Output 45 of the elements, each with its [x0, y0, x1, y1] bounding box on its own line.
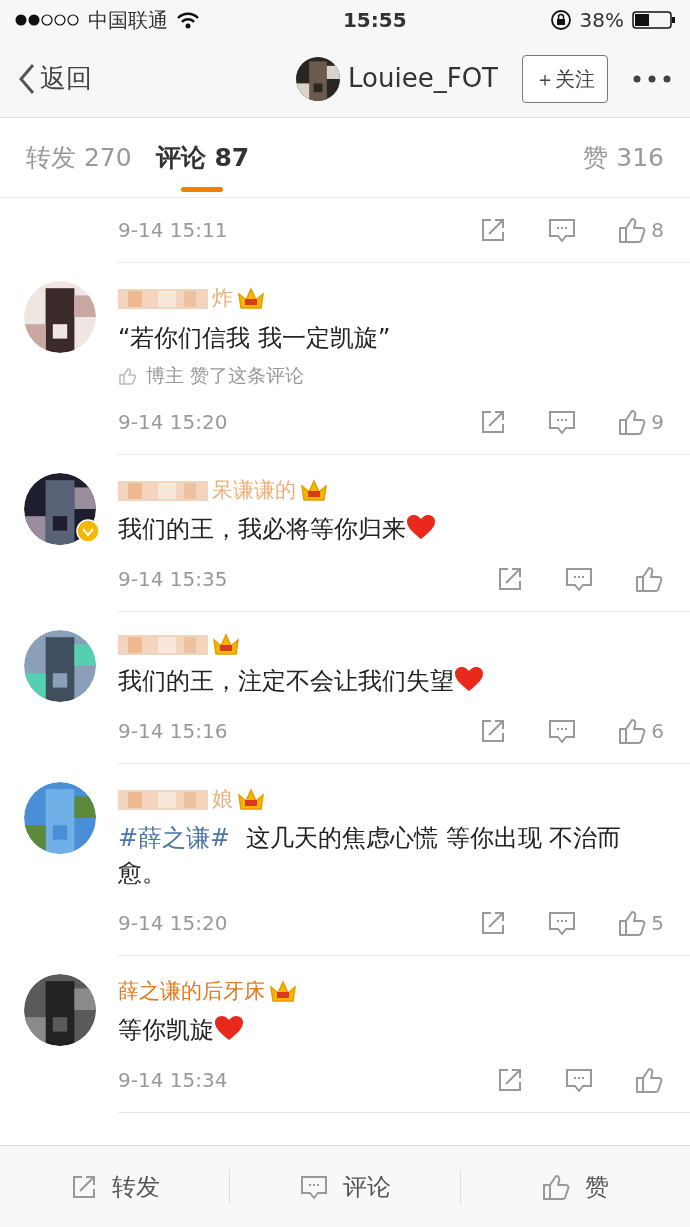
comment-icon	[547, 216, 578, 244]
username: Louiee_FOT	[348, 62, 498, 95]
comment-time: 9-14 15:20	[118, 408, 228, 436]
comment-time: 9-14 15:16	[118, 717, 228, 745]
carrier-name: 中国联通	[88, 7, 168, 34]
comment-icon	[564, 565, 594, 594]
like-count: 9	[651, 408, 664, 436]
rotation-lock-icon	[549, 9, 572, 31]
thumbs-up-icon	[634, 564, 664, 595]
signal-icon	[14, 13, 80, 27]
hashtag-link[interactable]: #薛之谦#	[118, 824, 231, 853]
commenter-name[interactable]: 薛之谦的后牙床	[118, 976, 265, 1008]
battery-icon	[632, 10, 676, 30]
toolbar-like-button[interactable]: 赞	[460, 1167, 690, 1206]
back-button[interactable]: 返回	[18, 59, 92, 98]
thumbs-up-icon	[617, 908, 648, 938]
comment-time: 9-14 15:20	[118, 910, 228, 937]
comment-text: 我们的王，注定不会让我们失望	[118, 664, 690, 699]
comment-text: “若你们信我 我一定凯旋”	[118, 322, 392, 354]
comment-icon	[547, 909, 578, 937]
comment-text: 我们的王，我必将等你归来	[118, 512, 690, 548]
comment-time: 9-14 15:11	[118, 217, 228, 244]
comment-time: 9-14 15:34	[118, 1067, 228, 1095]
comment-text: 等你凯旋	[118, 1013, 690, 1049]
chevron-left-icon	[18, 62, 36, 95]
comment-icon	[564, 1066, 594, 1095]
battery-percent: 38%	[579, 7, 624, 34]
toolbar-share-button[interactable]: 转发	[0, 1167, 230, 1206]
like-count: 5	[651, 910, 664, 937]
wifi-icon	[176, 11, 200, 29]
thumbs-up-icon	[634, 1065, 664, 1096]
status-time: 15:55	[342, 7, 407, 34]
tab[interactable]: 赞 316	[583, 117, 664, 198]
toolbar-comment-button[interactable]: 评论	[230, 1167, 460, 1206]
like-count: 6	[651, 717, 664, 745]
liked-by-author-note: 博主 赞了这条评论	[146, 363, 305, 389]
like-count: 8	[651, 217, 664, 244]
comment-text: #薛之谦# 这几天的焦虑心慌 等你出现 不治而愈。	[118, 823, 623, 890]
tab[interactable]: 转发 270	[26, 117, 132, 198]
follow-button[interactable]: ＋关注	[522, 54, 608, 103]
comment-time: 9-14 15:35	[118, 566, 228, 594]
thumbs-up-icon	[118, 365, 138, 386]
tab[interactable]: 评论 87	[155, 117, 250, 198]
thumbs-up-icon	[617, 215, 648, 245]
more-icon[interactable]	[632, 73, 672, 84]
